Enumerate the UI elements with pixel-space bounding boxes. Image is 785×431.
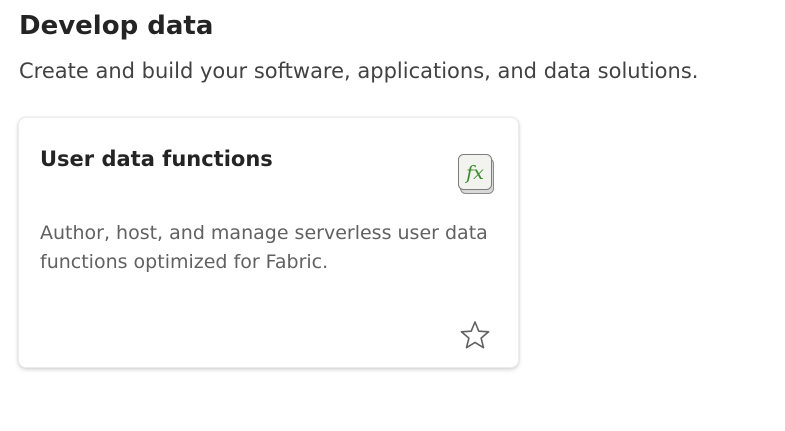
section-subtitle: Create and build your software, applicat… [19, 59, 699, 83]
card-description: Author, host, and manage serverless user… [40, 222, 488, 273]
star-outline-icon [460, 320, 490, 348]
develop-data-section: Develop data Create and build your softw… [0, 0, 785, 431]
fx-glyph: fx [464, 162, 484, 184]
card-title: User data functions [40, 147, 273, 171]
section-title: Develop data [19, 11, 214, 41]
fx-function-icon: fx [457, 152, 497, 196]
favorite-button[interactable] [457, 317, 493, 353]
user-data-functions-card[interactable]: User data functions fx Author, host, and… [18, 117, 519, 368]
